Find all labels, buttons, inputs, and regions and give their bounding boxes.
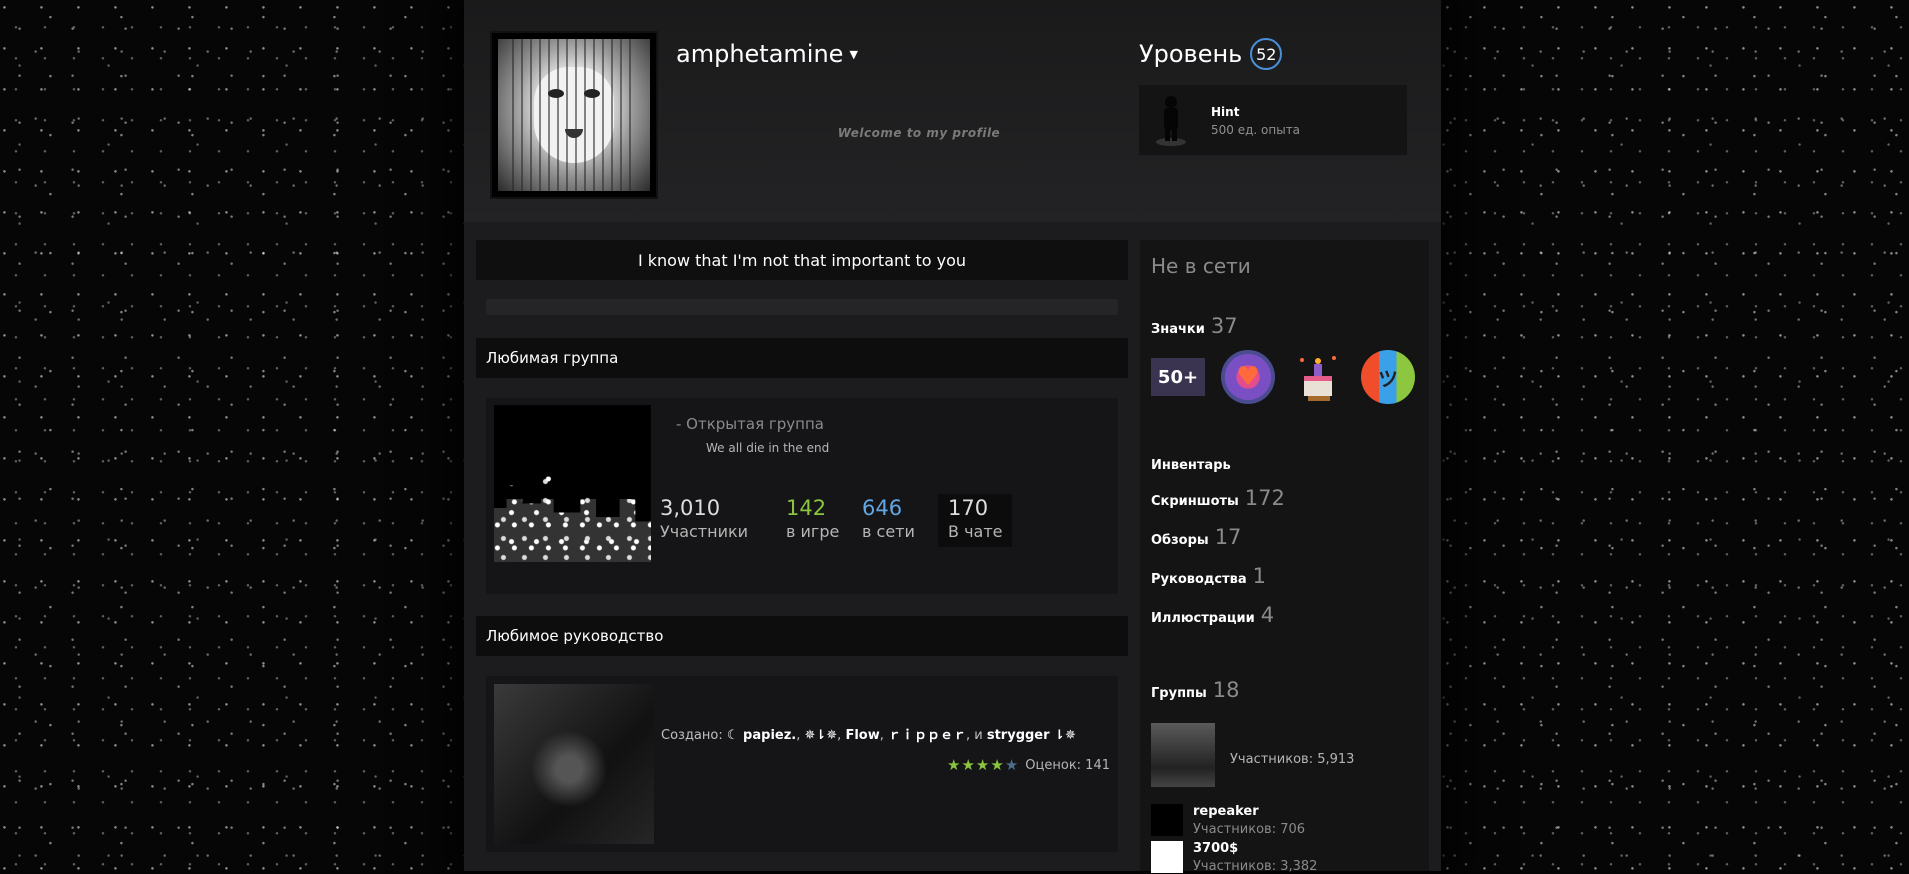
stat-value: 3,010 [660,496,721,520]
group-avatar [1151,804,1183,836]
profile-avatar[interactable] [490,31,658,199]
group-item[interactable]: repeaker Участников: 706 [1151,804,1305,837]
groups-count: 18 [1212,678,1240,702]
favorite-badge-xp: 500 ед. опыта [1211,123,1301,137]
profile-level: Уровень 52 [1139,38,1283,70]
favorite-guide-showcase: Создано: ☾ papiez., ✵⇂✵, Flow, ｒｉｐｐｅｒ, и… [486,676,1118,852]
profile-page: amphetamine ▼ Welcome to my profile Уров… [464,0,1441,874]
favorite-badge-name: Hint [1211,105,1240,119]
and-word: и [974,728,983,743]
group-info: 3700$ Участников: 3,382 [1183,841,1317,874]
group-description: We all die in the end [706,441,830,455]
screenshots-link[interactable]: Скриншоты 172 [1151,486,1285,510]
group-info: repeaker Участников: 706 [1183,804,1305,837]
created-by-label: Создано: [661,728,723,743]
primary-group-avatar[interactable] [1151,723,1215,787]
guide-rating: ★★★★★ Оценок: 141 [947,756,1110,774]
stat-label: Участники [660,522,749,541]
stat-label: В чате [948,522,1003,541]
avatar-image [498,39,650,191]
screenshots-label: Скриншоты [1151,494,1239,509]
author-link[interactable]: ｒｉｐｐｅｒ [888,728,966,743]
screenshots-count: 172 [1244,486,1285,510]
group-name: 3700$ [1193,841,1239,856]
empty-showcase-bar [486,299,1118,315]
group-item[interactable]: 3700$ Участников: 3,382 [1151,841,1317,874]
guides-link[interactable]: Руководства 1 [1151,564,1266,588]
author-link[interactable]: ✵⇂✵ [804,728,837,743]
heart-badge-icon[interactable]: ♥ [1221,350,1275,404]
group-avatar[interactable] [494,405,651,562]
reviews-label: Обзоры [1151,533,1209,548]
persona-name-dropdown[interactable]: amphetamine ▼ [676,40,858,68]
rating-count: Оценок: 141 [1025,757,1110,773]
groups-label: Группы [1151,686,1207,701]
star-empty-icon: ★ [1004,756,1020,774]
cake-badge-icon[interactable] [1291,350,1345,404]
stat-value: 142 [786,496,827,520]
guides-label: Руководства [1151,572,1247,587]
stat-label: в сети [862,522,915,541]
inventory-link[interactable]: Инвентарь [1151,458,1231,473]
profile-sidebar: Не в сети Значки 37 50+ ♥ ツ Инвентарь Ск… [1140,240,1429,874]
profile-header: amphetamine ▼ Welcome to my profile Уров… [464,0,1441,222]
city-lights-image [494,476,651,562]
group-name: repeaker [1193,804,1259,819]
guide-thumbnail[interactable] [494,684,654,844]
level-label: Уровень [1139,40,1243,68]
profile-quote: I know that I'm not that important to yo… [476,240,1128,280]
persona-name: amphetamine [676,40,844,68]
badges-count: 37 [1210,314,1238,338]
author-separator: , [879,728,888,743]
avatar-eye-left [548,89,564,98]
primary-group-members: Участников: 5,913 [1230,752,1355,767]
group-members: Участников: 706 [1193,822,1306,837]
heart-icon: ♥ [1236,362,1260,392]
rating-stars: ★★★★★ [947,756,1020,774]
group-stat-members: 3,010 Участники [660,496,748,541]
badges-label: Значки [1151,322,1205,337]
group-members: Участников: 3,382 [1193,859,1318,874]
avatar-eye-right [584,89,600,98]
guide-authors: Создано: ☾ papiez., ✵⇂✵, Flow, ｒｉｐｐｅｒ, и… [661,724,1076,743]
group-avatar [1151,841,1183,873]
guides-count: 1 [1252,564,1267,588]
artwork-count: 4 [1260,603,1275,627]
group-stat-online: 646 в сети [862,496,915,541]
level-badge[interactable]: 52 [1250,38,1283,70]
author-link[interactable]: ☾ papiez. [727,728,796,743]
face-badge-icon[interactable]: ツ [1361,350,1415,404]
chevron-down-icon: ▼ [849,47,858,61]
smile-icon: ツ [1378,366,1398,391]
profile-summary: Welcome to my profile [837,126,1001,140]
favorite-group-showcase: - Открытая группа We all die in the end … [486,398,1118,594]
avatar-hair [512,39,636,191]
favorite-badge[interactable]: Hint 500 ед. опыта [1139,85,1407,155]
author-link[interactable]: strygger ⇂✵ [987,728,1076,743]
online-status: Не в сети [1151,254,1251,278]
author-link[interactable]: Flow [845,728,879,743]
reviews-count: 17 [1214,525,1242,549]
groups-link[interactable]: Группы 18 [1151,678,1240,702]
group-stat-chat[interactable]: 170 В чате [938,494,1013,547]
artwork-link[interactable]: Иллюстрации 4 [1151,603,1274,627]
group-stat-ingame: 142 в игре [786,496,839,541]
reviews-link[interactable]: Обзоры 17 [1151,525,1241,549]
stat-value: 170 [948,496,989,520]
years-badge-icon[interactable]: 50+ [1151,358,1205,396]
favorite-guide-header: Любимое руководство [476,616,1128,656]
stat-value: 646 [862,496,903,520]
stat-label: в игре [786,522,840,541]
favorite-group-header: Любимая группа [476,338,1128,378]
cake-icon [1300,356,1336,401]
badge-list: 50+ ♥ ツ [1151,350,1415,404]
hint-badge-icon [1156,96,1186,146]
badges-link[interactable]: Значки 37 [1151,314,1238,338]
artwork-label: Иллюстрации [1151,611,1255,626]
group-type: - Открытая группа [676,415,824,433]
